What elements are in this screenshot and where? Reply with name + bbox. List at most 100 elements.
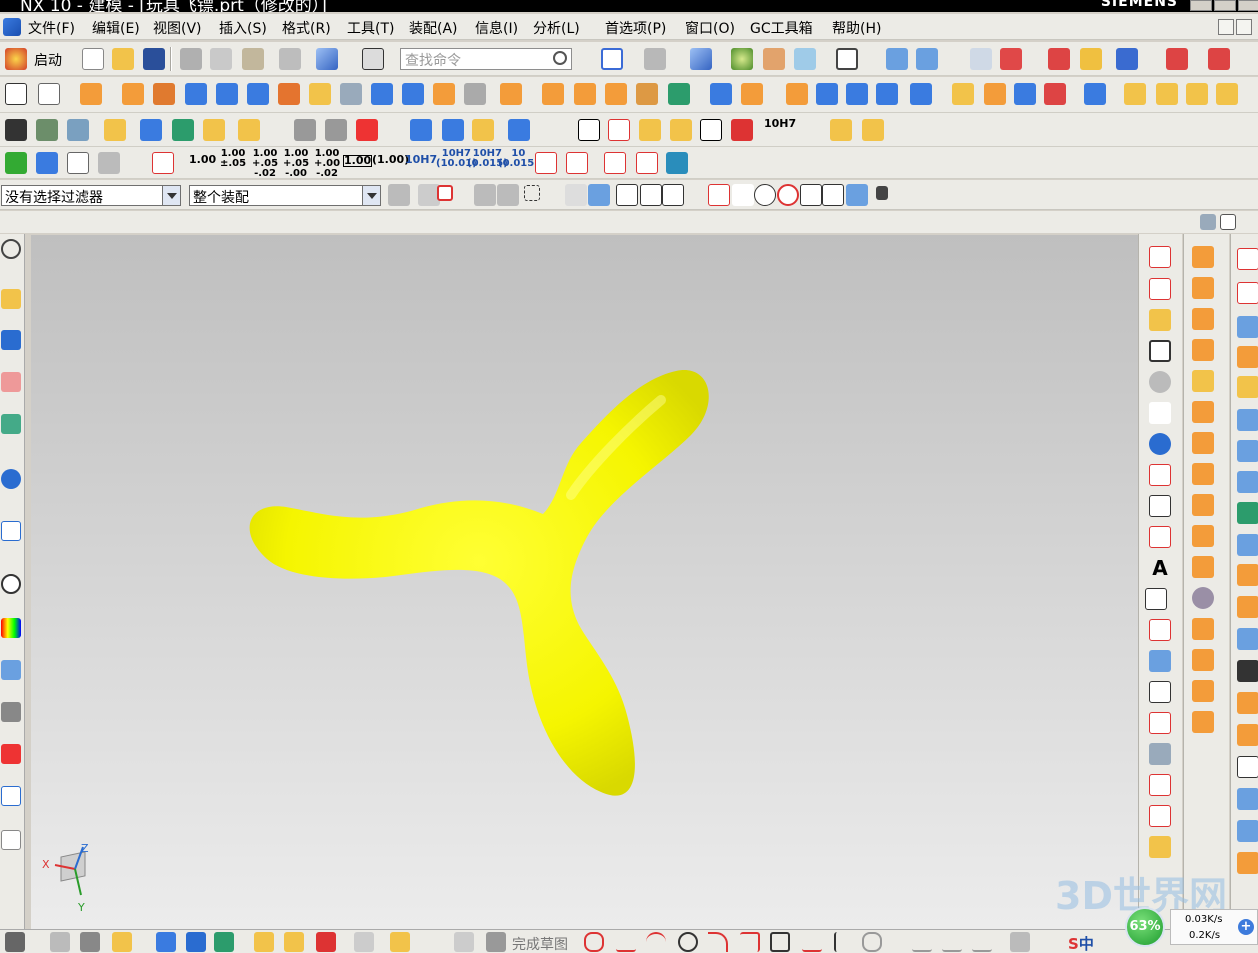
tube-icon[interactable] [50, 932, 70, 952]
id-symbol-icon[interactable] [670, 119, 692, 141]
model-canvas[interactable]: X Z Y [31, 235, 1138, 929]
rectangle-icon[interactable] [1149, 340, 1171, 362]
make-coplanar-icon[interactable] [1192, 618, 1214, 640]
i-form-icon[interactable] [1237, 692, 1258, 714]
dim-format-6[interactable]: 1.00 [343, 155, 373, 167]
make-tangent-icon[interactable] [1192, 680, 1214, 702]
chevron-down-icon[interactable] [362, 186, 380, 205]
panel-maximize-icon[interactable] [1220, 214, 1236, 230]
settings-gear-icon[interactable] [1, 239, 21, 259]
law-curve-icon[interactable] [1149, 402, 1171, 424]
show-hide-icon[interactable] [794, 48, 816, 70]
palette-tab-icon[interactable] [1, 830, 21, 850]
select-ancestors-icon[interactable] [497, 184, 519, 206]
fit-label[interactable]: 10H7 [764, 118, 796, 129]
gear-icon[interactable] [830, 119, 852, 141]
add-component-icon[interactable] [36, 119, 58, 141]
dim-format-5[interactable]: 1.00 +.00 -.02 [314, 149, 340, 179]
offset-region-icon[interactable] [1192, 308, 1214, 330]
text-icon[interactable]: A [1149, 557, 1171, 579]
offset-curve-icon[interactable] [1149, 433, 1171, 455]
bounded-plane-icon[interactable] [1237, 471, 1258, 493]
curve-length-icon[interactable] [1149, 836, 1171, 858]
command-search-input[interactable]: 查找命令 [400, 48, 572, 70]
intersect-icon[interactable] [710, 83, 732, 105]
thread-icon[interactable] [464, 83, 486, 105]
interpart-link-icon[interactable] [316, 932, 336, 952]
profile-icon[interactable] [584, 932, 604, 952]
make-coaxial-icon[interactable] [1192, 649, 1214, 671]
pocket-icon[interactable] [216, 83, 238, 105]
bolt-icon[interactable] [410, 119, 432, 141]
helix-icon[interactable] [1149, 371, 1171, 393]
panel-restore-icon[interactable] [1200, 214, 1216, 230]
dim-format-7[interactable]: (1.00) [372, 154, 409, 165]
draft-icon[interactable] [786, 83, 808, 105]
save-icon[interactable] [143, 48, 165, 70]
system-scenes-tab-icon[interactable] [1, 786, 21, 806]
datum-csys-icon[interactable] [1000, 48, 1022, 70]
analysis-icon[interactable] [1080, 48, 1102, 70]
assembly-navigator-icon[interactable] [5, 119, 27, 141]
check-clearance-icon[interactable] [294, 119, 316, 141]
mirror-face-icon[interactable] [1192, 525, 1214, 547]
snap-on-curve-icon[interactable] [822, 184, 844, 206]
select-descendants-icon[interactable] [474, 184, 496, 206]
boss-icon[interactable] [185, 83, 207, 105]
subtract-icon[interactable] [668, 83, 690, 105]
extract-curve-icon[interactable] [1149, 712, 1171, 734]
snap-midpoint-icon[interactable] [640, 184, 662, 206]
through-curves-icon[interactable] [1237, 282, 1258, 304]
block-icon[interactable] [371, 83, 393, 105]
group-face-icon[interactable] [1192, 587, 1214, 609]
new-component-icon[interactable] [67, 119, 89, 141]
assembly-cut-icon[interactable] [214, 932, 234, 952]
datum-feature-icon[interactable] [535, 152, 557, 174]
dim-format-2[interactable]: 1.00 ±.05 [220, 149, 246, 169]
check-icon[interactable] [5, 152, 27, 174]
fillet-curve-icon[interactable] [1145, 588, 1167, 610]
diameter-icon[interactable] [604, 152, 626, 174]
sketch-settings-icon[interactable] [454, 932, 474, 952]
line-icon[interactable] [1149, 246, 1171, 268]
information-icon[interactable] [362, 48, 384, 70]
snap-line-icon[interactable] [662, 184, 684, 206]
component-icon[interactable] [80, 932, 100, 952]
table-icon[interactable] [608, 119, 630, 141]
slot-icon[interactable] [278, 83, 300, 105]
x-form-icon[interactable] [1237, 660, 1258, 682]
through-curve-mesh-icon[interactable] [1237, 316, 1258, 338]
fit-view-icon[interactable] [601, 48, 623, 70]
ime-indicator[interactable]: S中 [1068, 933, 1094, 953]
intersection-curve-icon[interactable] [1149, 619, 1171, 641]
sequence-icon[interactable] [238, 119, 260, 141]
offset-surface-icon[interactable] [1156, 83, 1178, 105]
menu-window[interactable]: 窗口(O) [685, 18, 735, 38]
pattern-geometry-icon[interactable] [605, 83, 627, 105]
sketch-circle-icon[interactable] [678, 932, 698, 952]
studio-spline-icon[interactable] [1149, 464, 1171, 486]
trim-curve-icon[interactable] [1149, 774, 1171, 796]
cut-face-icon[interactable] [1192, 463, 1214, 485]
scale-body-icon[interactable] [952, 83, 974, 105]
n-sided-surface-icon[interactable] [1237, 440, 1258, 462]
orient-view-icon[interactable] [690, 48, 712, 70]
selection-filter-dropdown[interactable]: 没有选择过滤器 [1, 185, 181, 206]
polygon-icon[interactable] [802, 932, 822, 952]
dim-format-3[interactable]: 1.00 +.05 -.02 [252, 149, 278, 179]
split-body-icon[interactable] [876, 83, 898, 105]
patch-icon[interactable] [1014, 83, 1036, 105]
open-folder-icon[interactable] [112, 48, 134, 70]
datum-target-icon[interactable] [566, 152, 588, 174]
maximize-button[interactable] [1214, 0, 1236, 11]
sketch-constraint-icon[interactable] [1010, 932, 1030, 952]
layer-settings-icon[interactable] [836, 48, 858, 70]
box-select-icon[interactable] [565, 184, 587, 206]
sew-icon[interactable] [1044, 83, 1066, 105]
make-corner-icon[interactable] [972, 932, 992, 952]
gear-set-icon[interactable] [862, 119, 884, 141]
point-icon[interactable] [1149, 309, 1171, 331]
finish-sketch-icon[interactable] [486, 932, 506, 952]
isoparametric-curve-icon[interactable] [1149, 743, 1171, 765]
menu-assembly[interactable]: 装配(A) [409, 18, 458, 38]
